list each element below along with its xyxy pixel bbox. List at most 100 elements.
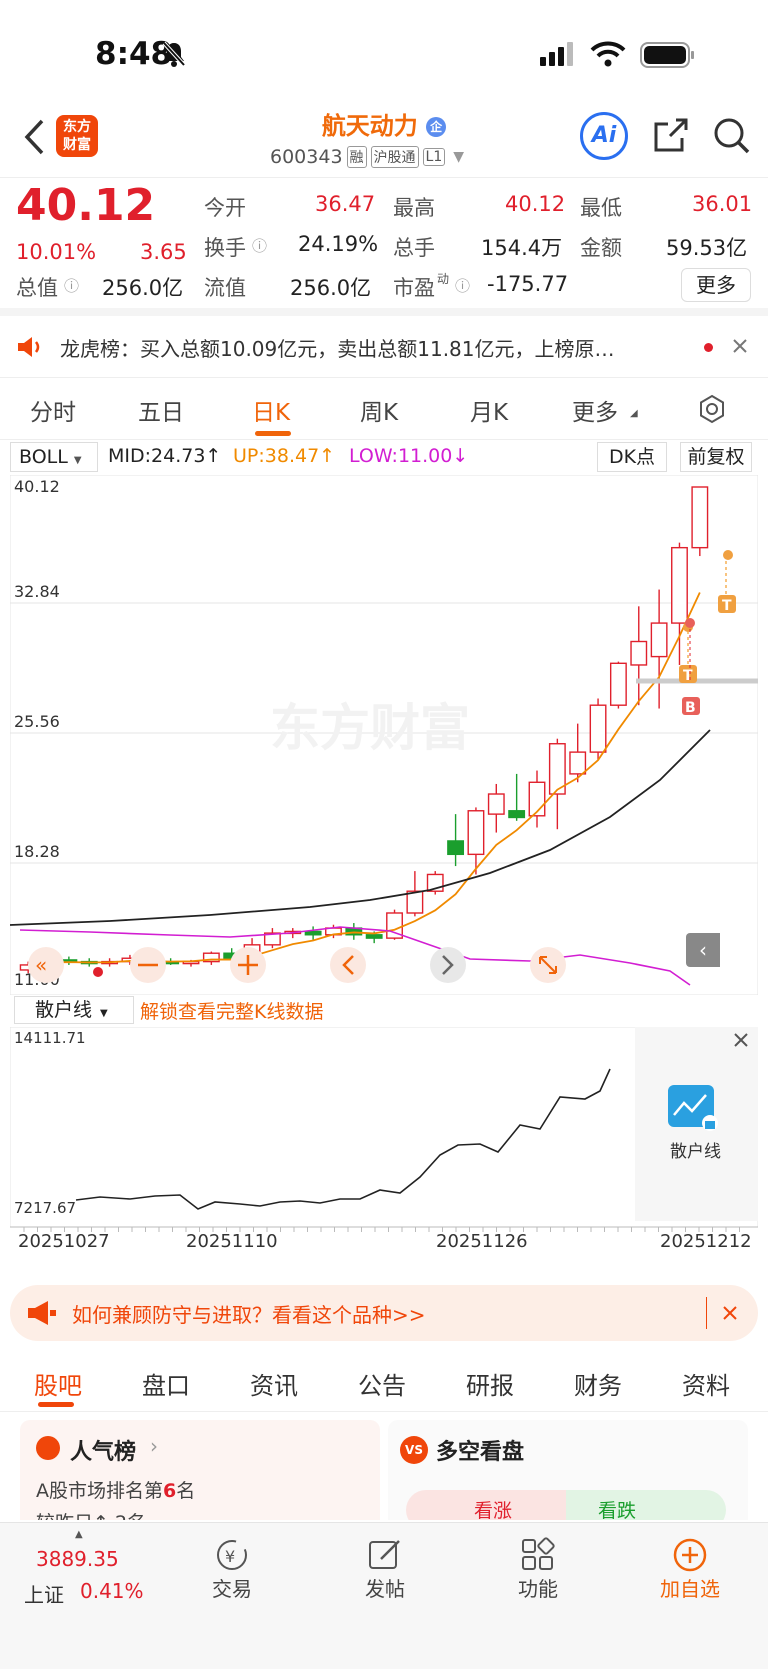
search-icon[interactable]: [712, 116, 752, 156]
candle-body: [671, 546, 688, 624]
dk-point-button[interactable]: DK点: [597, 442, 667, 472]
change-amount: 3.65: [140, 240, 187, 264]
nav-trade[interactable]: 交易: [187, 1573, 277, 1602]
tab-weekly-k[interactable]: 周K: [360, 393, 398, 427]
candle-body: [569, 751, 587, 775]
nav-post[interactable]: 发帖: [340, 1573, 430, 1602]
tab-profile[interactable]: 资料: [682, 1366, 730, 1401]
retail-y-top: 14111.71: [14, 1029, 86, 1047]
open-value: 36.47: [315, 192, 376, 216]
chevron-down-icon: ▼: [100, 1008, 108, 1019]
tab-research[interactable]: 研报: [466, 1366, 514, 1401]
vs-icon: VS: [400, 1436, 428, 1464]
unread-dot: [704, 343, 713, 352]
candlestick-chart[interactable]: 东方财富 40.12 32.84 25.56 18.28 11.00 T T B…: [9, 474, 759, 996]
info-cards: 人气榜 › A股市场排名第6名 较昨日↑ 2名 VS 多空看盘 看涨 看跌: [0, 1420, 768, 1520]
high-label: 最高: [393, 196, 435, 220]
chevron-down-icon[interactable]: ▼: [453, 149, 464, 165]
date-label: 20251110: [186, 1231, 278, 1252]
unlock-link[interactable]: 解锁查看完整K线数据: [140, 997, 323, 1024]
ai-button[interactable]: Ai: [580, 112, 628, 160]
info-icon[interactable]: ⓘ: [455, 275, 470, 296]
nav-function[interactable]: 功能: [493, 1573, 583, 1602]
tab-guba[interactable]: 股吧: [34, 1366, 82, 1401]
retail-line-bar: 散户线 ▼ 解锁查看完整K线数据: [0, 995, 768, 1027]
tab-finance[interactable]: 财务: [574, 1366, 622, 1401]
marker-b-text: B: [685, 700, 696, 716]
chevron-down-icon: ◢: [630, 408, 638, 419]
candle-body: [589, 704, 607, 753]
turnover-label: 换手: [204, 236, 246, 260]
float-cap-label: 流值: [204, 276, 246, 300]
more-button[interactable]: 更多: [681, 268, 751, 302]
last-price: 40.12: [16, 180, 156, 231]
candle-body: [447, 840, 465, 856]
tab-news[interactable]: 资讯: [250, 1366, 298, 1401]
tab-five-day[interactable]: 五日: [138, 393, 184, 427]
candle-body: [508, 810, 526, 819]
bear-button[interactable]: 看跌: [566, 1490, 726, 1520]
prev-button[interactable]: [330, 947, 366, 983]
tab-daily-k[interactable]: 日K: [252, 393, 290, 427]
close-icon[interactable]: [732, 338, 748, 354]
adjust-mode-button[interactable]: 前复权: [680, 442, 752, 472]
enterprise-badge: 企: [426, 117, 447, 137]
post-icon: [369, 1540, 400, 1569]
retail-line: [75, 1068, 611, 1210]
info-icon[interactable]: ⓘ: [64, 275, 79, 296]
battery-icon: [640, 42, 694, 68]
stock-code-row[interactable]: 600343 融 沪股通 L1 ▼: [270, 146, 464, 168]
retail-line-select-label: 散户线: [35, 999, 93, 1021]
bull-button[interactable]: 看涨: [406, 1490, 566, 1520]
bull-bear-card[interactable]: VS 多空看盘 看涨 看跌: [388, 1420, 748, 1520]
info-icon[interactable]: ⓘ: [252, 235, 267, 256]
chart-icon: [36, 1436, 60, 1460]
popularity-card[interactable]: 人气榜 › A股市场排名第6名 较昨日↑ 2名: [20, 1420, 380, 1520]
quote-panel: 40.12 10.01% 3.65 今开 36.47 最高 40.12 最低 3…: [0, 178, 768, 316]
popularity-title: 人气榜: [70, 1440, 137, 1465]
tab-pankou[interactable]: 盘口: [142, 1366, 190, 1401]
chart-tabs: 分时 五日 日K 周K 月K 更多 ◢: [0, 378, 768, 440]
open-label: 今开: [204, 196, 246, 220]
add-icon: [673, 1538, 707, 1572]
bear-label: 看跌: [598, 1500, 637, 1520]
next-button[interactable]: [430, 947, 466, 983]
tab-intraday[interactable]: 分时: [30, 393, 76, 427]
stock-name: 航天动力: [321, 112, 418, 140]
close-icon[interactable]: [722, 1305, 738, 1321]
divider: [706, 1297, 707, 1329]
candle-body: [304, 930, 322, 936]
index-widget[interactable]: ▲ 3889.35 上证 0.41%: [20, 1529, 160, 1619]
retail-y-bottom: 7217.67: [14, 1199, 76, 1217]
change-percent: 10.01%: [16, 240, 97, 264]
settings-icon[interactable]: [697, 394, 727, 424]
float-cap-value: 256.0亿: [290, 276, 372, 300]
bottom-nav: ▲ 3889.35 上证 0.41% ¥ 交易 发帖 功能 加自选: [0, 1522, 768, 1669]
indicator-select[interactable]: BOLL ▼: [10, 442, 98, 472]
index-pct: 0.41%: [80, 1579, 144, 1603]
speaker-icon: [18, 337, 40, 357]
collapse-side-button[interactable]: ‹: [686, 933, 720, 967]
pe-label: 市盈: [393, 276, 435, 300]
index-value: 3889.35: [36, 1547, 119, 1571]
retail-line-chart[interactable]: 14111.71 7217.67 20251027 20251110 20251…: [9, 1026, 759, 1272]
stock-code: 600343: [270, 146, 343, 168]
y-label-top: 40.12: [14, 477, 60, 496]
tab-more[interactable]: 更多: [572, 393, 618, 427]
signal-icon: [540, 42, 573, 66]
close-icon[interactable]: [733, 1032, 749, 1048]
retail-line-select[interactable]: 散户线 ▼: [14, 996, 134, 1024]
promo-banner[interactable]: 如何兼顾防守与进取？看看这个品种>>: [10, 1285, 758, 1341]
share-icon[interactable]: [652, 116, 690, 156]
tab-announcements[interactable]: 公告: [358, 1366, 406, 1401]
nav-add-watchlist[interactable]: 加自选: [645, 1573, 735, 1602]
low-value: 36.01: [692, 192, 753, 216]
rank-line: A股市场排名第6名: [36, 1480, 196, 1502]
indicator-bar: BOLL ▼ MID:24.73↑ UP:38.47↑ LOW:11.00↓ DK…: [0, 440, 768, 475]
bell-muted-icon: [162, 41, 186, 67]
news-ticker[interactable]: 龙虎榜：买入总额10.09亿元，卖出总额11.81亿元，上榜原…: [0, 316, 768, 378]
active-tab-indicator: [38, 1402, 74, 1407]
ma-line: [28, 592, 701, 966]
content-tabs: 股吧 盘口 资讯 公告 研报 财务 资料: [0, 1352, 768, 1412]
tab-monthly-k[interactable]: 月K: [470, 393, 508, 427]
